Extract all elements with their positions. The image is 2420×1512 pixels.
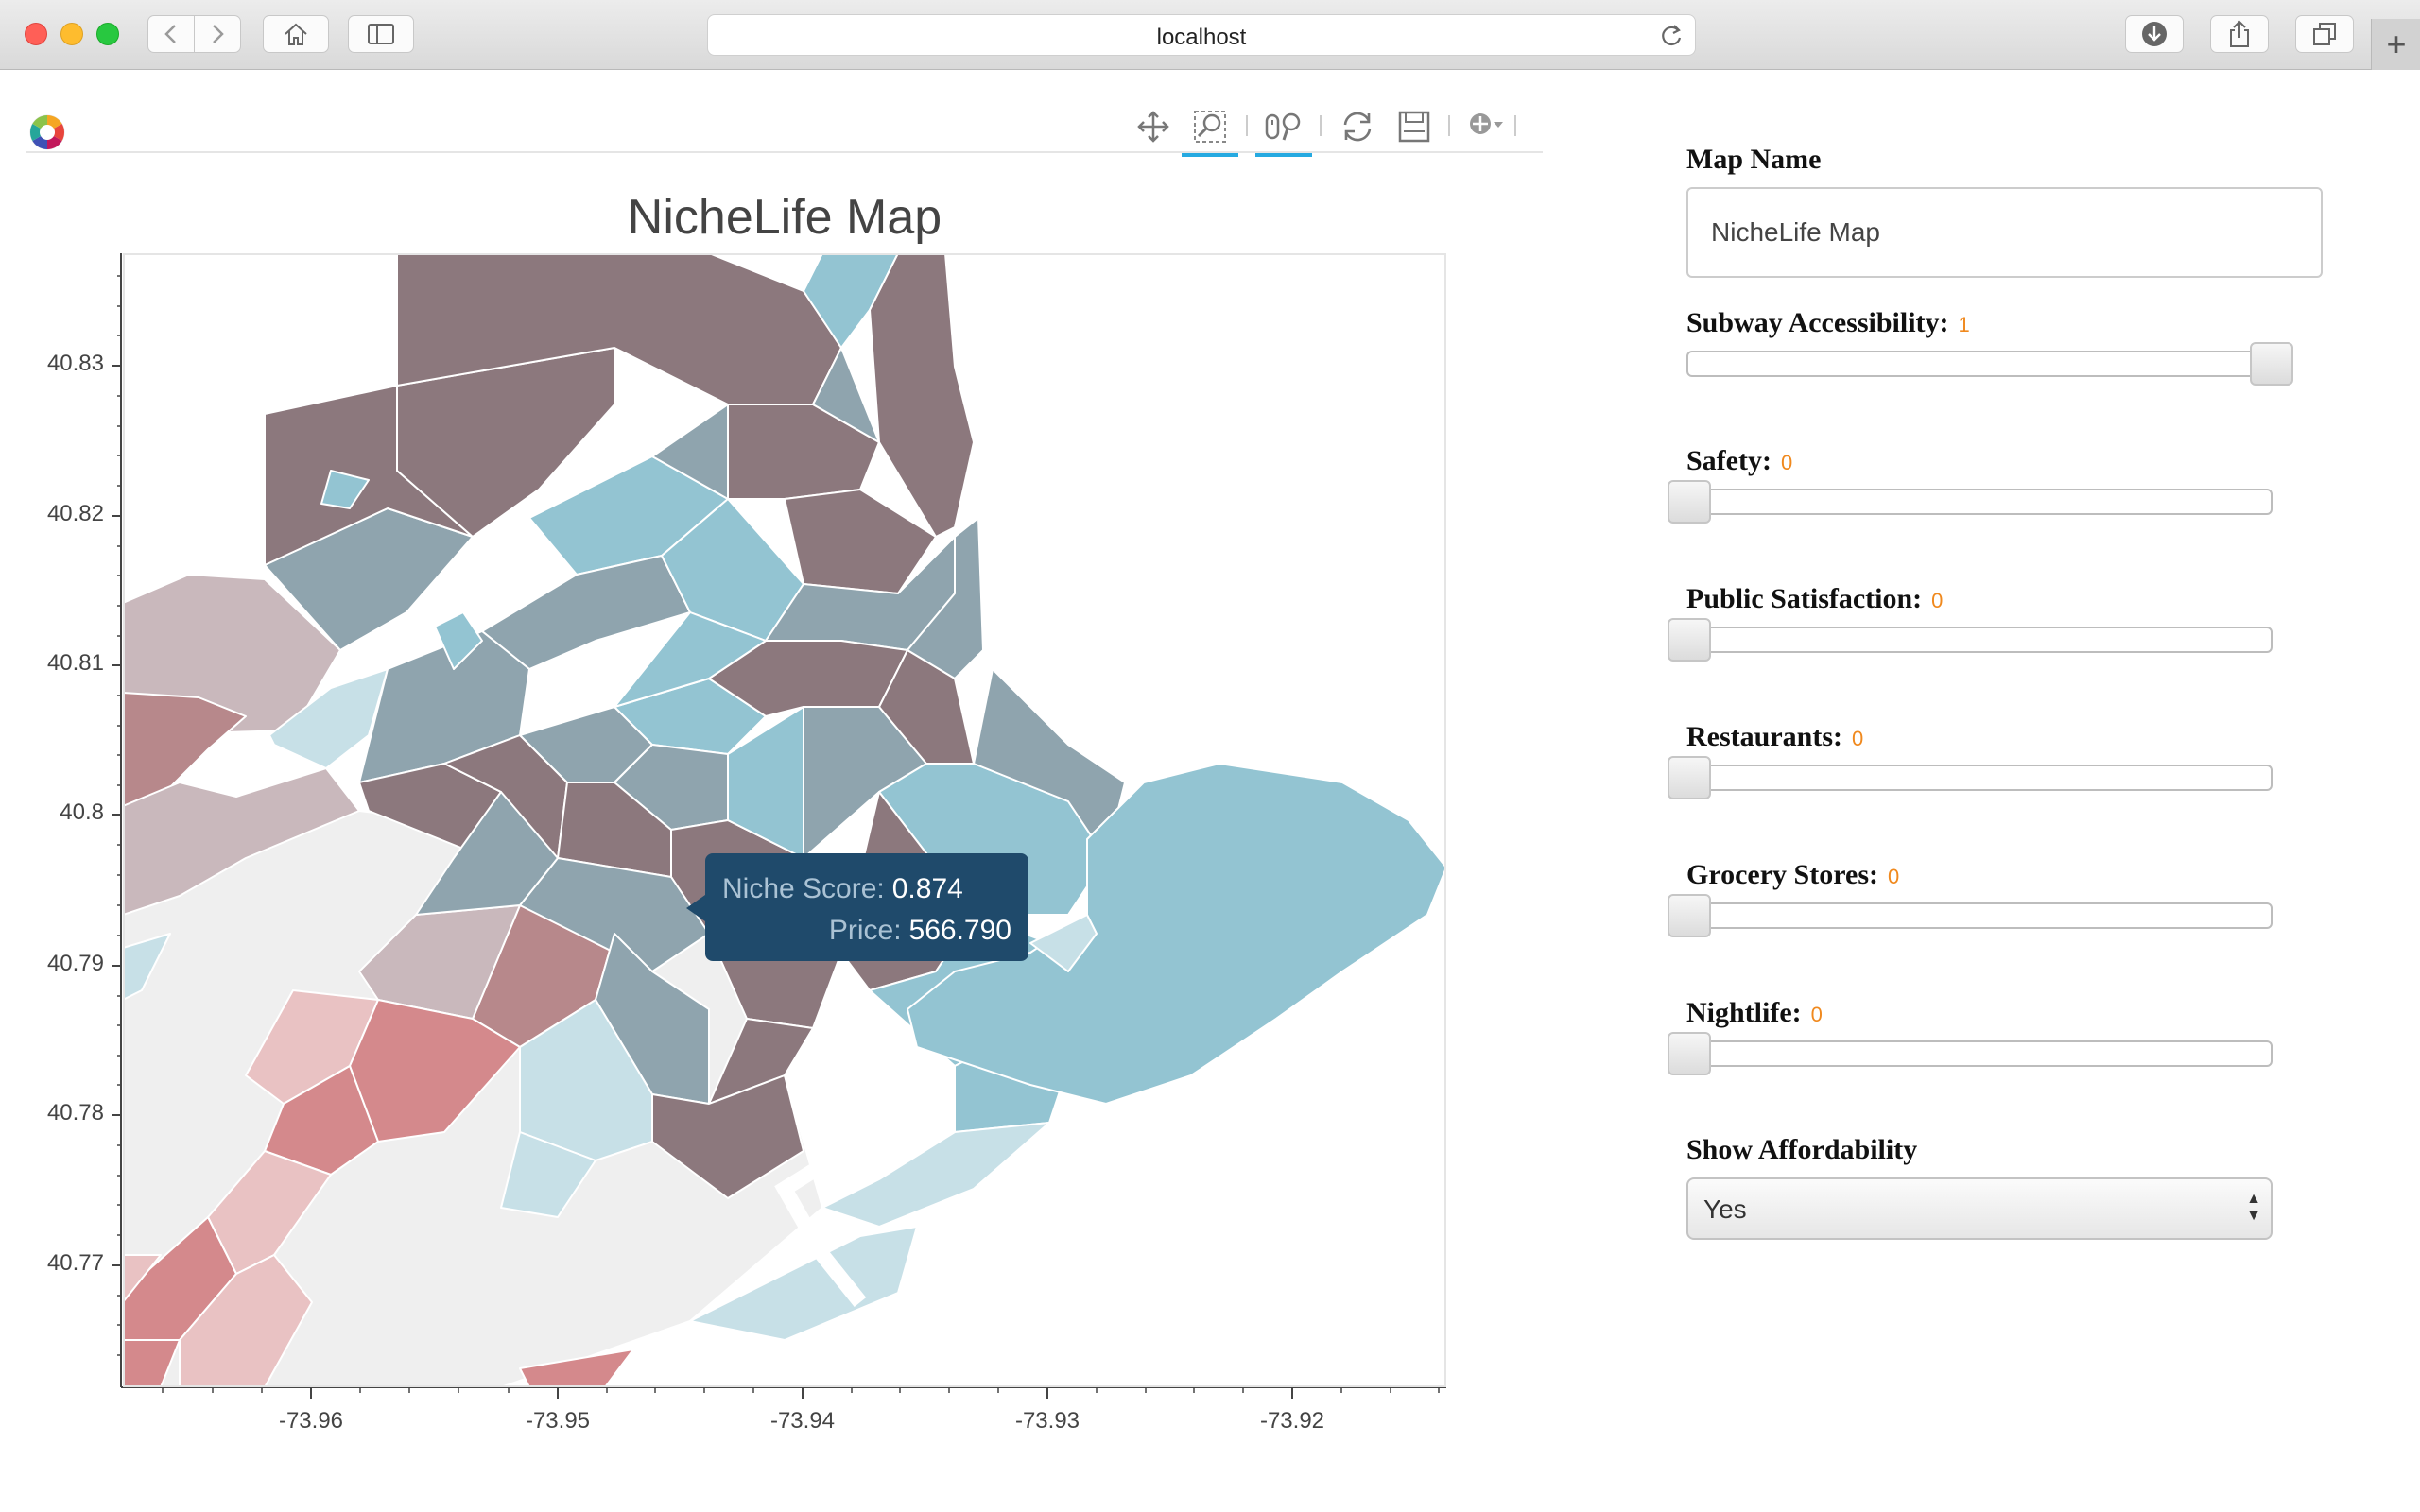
reset-icon (1343, 112, 1372, 142)
url-text: localhost (1156, 25, 1247, 50)
slider-value-subway: 1 (1958, 313, 1970, 336)
x-tick-label: -73.94 (769, 1408, 836, 1434)
slider-value-grocery-stores: 0 (1887, 865, 1900, 888)
safety-handle[interactable] (1668, 480, 1711, 524)
slider-value-nightlife: 0 (1810, 1003, 1823, 1026)
close-window-button[interactable] (25, 23, 47, 45)
tooltip-price-value: 566.790 (908, 915, 1011, 946)
tooltip-price-label: Price: (828, 915, 902, 946)
download-icon (2142, 22, 2167, 46)
subway-accessibility-slider[interactable] (1686, 351, 2273, 377)
show-affordability-selected: Yes (1703, 1194, 1747, 1224)
home-icon (285, 23, 307, 45)
zoom-window-button[interactable] (96, 23, 119, 45)
crosshair-icon (1470, 113, 1503, 134)
x-tick-label: -73.93 (1014, 1408, 1080, 1434)
browser-toolbar: localhost + (0, 0, 2420, 70)
slider-value-safety: 0 (1780, 451, 1793, 474)
tabs-icon (2313, 23, 2336, 45)
tooltip-score-value: 0.874 (891, 873, 963, 904)
slider-value-restaurants: 0 (1852, 727, 1864, 750)
slider-label-nightlife: Nightlife: 0 (1686, 997, 1823, 1028)
safety-slider[interactable] (1686, 489, 2273, 515)
show-affordability-label: Show Affordability (1686, 1134, 1918, 1165)
reset-tool[interactable] (1339, 108, 1376, 146)
grocery-stores-handle[interactable] (1668, 894, 1711, 937)
y-tick-label: 40.81 (46, 650, 104, 676)
sidebar-button[interactable] (348, 15, 414, 53)
tabs-overview-button[interactable] (2295, 15, 2354, 53)
subway-accessibility-handle[interactable] (2250, 342, 2293, 386)
pan-tool[interactable] (1134, 108, 1172, 146)
forward-button[interactable] (194, 15, 241, 53)
x-tick-label: -73.95 (525, 1408, 591, 1434)
slider-label-subway: Subway Accessibility: 1 (1686, 307, 1970, 338)
y-tick-label: 40.78 (46, 1100, 104, 1125)
hover-tool[interactable] (1467, 108, 1505, 146)
select-arrows-icon: ▲ ▼ (2246, 1191, 2261, 1224)
x-tick-label: -73.92 (1259, 1408, 1325, 1434)
slider-label-public-satisfaction: Public Satisfaction: 0 (1686, 583, 1944, 614)
nightlife-slider[interactable] (1686, 1040, 2273, 1067)
restaurants-slider[interactable] (1686, 765, 2273, 791)
box-zoom-icon (1194, 111, 1226, 143)
slider-label-restaurants: Restaurants: 0 (1686, 721, 1864, 752)
grocery-stores-slider[interactable] (1686, 902, 2273, 929)
sidebar-icon (368, 24, 394, 44)
plus-icon: + (2386, 25, 2407, 63)
share-icon (2230, 20, 2249, 47)
new-tab-button[interactable]: + (2371, 19, 2420, 70)
y-tick-label: 40.79 (46, 951, 104, 976)
chevron-left-icon (164, 25, 176, 43)
map-name-label: Map Name (1686, 144, 1822, 175)
map-canvas[interactable] (123, 253, 1446, 1387)
save-tool[interactable] (1395, 108, 1433, 146)
show-affordability-select[interactable]: Yes ▲ ▼ (1686, 1177, 2273, 1240)
hover-tooltip: Niche Score: 0.874 Price: 566.790 (686, 853, 1028, 961)
y-tick-label: 40.8 (60, 799, 104, 825)
public-satisfaction-slider[interactable] (1686, 627, 2273, 653)
wheel-zoom-icon (1265, 112, 1301, 141)
bokeh-logo[interactable] (26, 112, 68, 153)
slider-value-public-satisfaction: 0 (1931, 589, 1944, 612)
restaurants-handle[interactable] (1668, 756, 1711, 799)
pan-icon (1137, 111, 1169, 143)
share-button[interactable] (2210, 15, 2269, 53)
y-tick-label: 40.83 (46, 351, 104, 376)
chevron-right-icon (213, 25, 224, 43)
save-icon (1398, 111, 1430, 143)
minimize-window-button[interactable] (60, 23, 83, 45)
slider-label-grocery-stores: Grocery Stores: 0 (1686, 859, 1900, 890)
box-zoom-tool[interactable] (1182, 108, 1238, 157)
downloads-button[interactable] (2125, 15, 2184, 53)
wheel-zoom-tool[interactable] (1255, 108, 1312, 157)
y-tick-label: 40.82 (46, 501, 104, 526)
x-tick-label: -73.96 (278, 1408, 344, 1434)
map-svg[interactable] (123, 253, 1446, 1387)
address-bar[interactable]: localhost (707, 14, 1696, 56)
home-button[interactable] (263, 15, 329, 53)
back-button[interactable] (147, 15, 195, 53)
tooltip-score-label: Niche Score: (722, 873, 885, 904)
reload-icon[interactable] (1659, 23, 1684, 49)
nightlife-handle[interactable] (1668, 1032, 1711, 1075)
public-satisfaction-handle[interactable] (1668, 618, 1711, 662)
map-name-input[interactable] (1686, 187, 2323, 278)
slider-label-safety: Safety: 0 (1686, 445, 1793, 476)
y-tick-label: 40.77 (46, 1250, 104, 1276)
plot-title: NicheLife Map (627, 190, 942, 245)
